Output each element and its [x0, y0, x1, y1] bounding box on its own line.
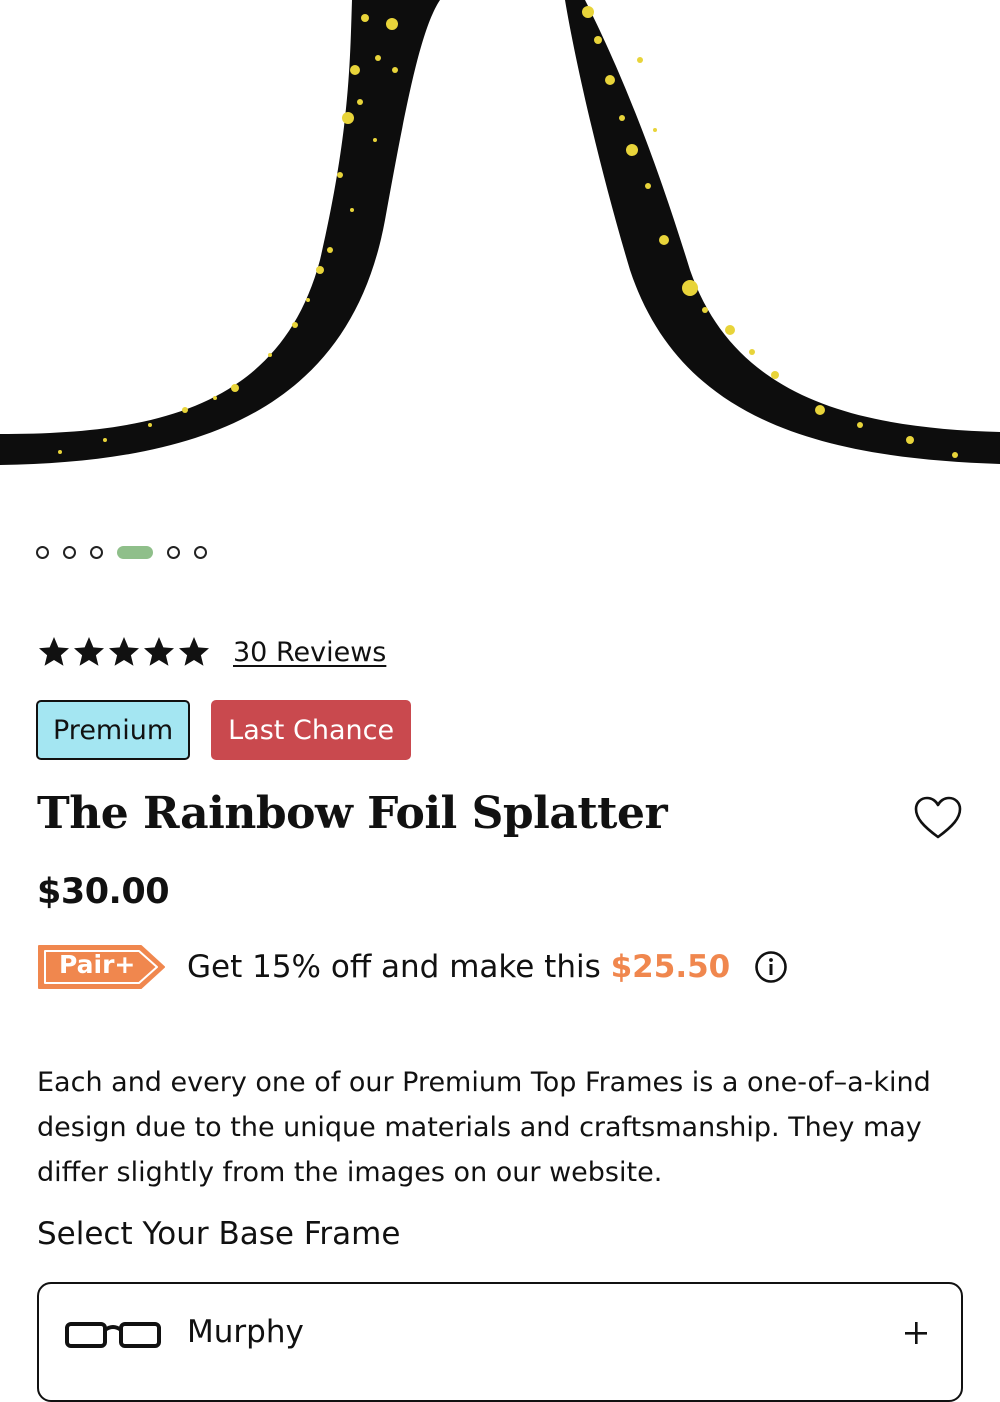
- carousel-dot[interactable]: [167, 545, 180, 559]
- promo-discount-price: $25.50: [610, 949, 731, 985]
- info-icon[interactable]: [754, 950, 788, 984]
- product-description: Each and every one of our Premium Top Fr…: [37, 1067, 931, 1188]
- carousel-dot[interactable]: [194, 545, 207, 559]
- glasses-icon: [65, 1322, 161, 1348]
- premium-badge: Premium: [36, 700, 191, 760]
- promo-message: Get 15% off and make this: [187, 949, 611, 985]
- star-icon: [39, 637, 69, 666]
- carousel-dot-active[interactable]: [117, 545, 153, 559]
- pair-plus-label: Pair+: [59, 950, 136, 979]
- star-icon: [74, 637, 104, 666]
- carousel-dot[interactable]: [63, 545, 76, 559]
- base-frame-heading: Select Your Base Frame: [37, 1216, 401, 1252]
- badge-row: Premium Last Chance: [36, 700, 432, 760]
- rating-row: 30 Reviews: [36, 634, 386, 670]
- star-icon: [109, 637, 139, 666]
- star-rating: [36, 634, 211, 670]
- reviews-link[interactable]: 30 Reviews: [233, 637, 386, 668]
- base-frame-selector[interactable]: Murphy: [37, 1282, 963, 1402]
- base-frame-name: Murphy: [187, 1314, 304, 1350]
- promo-text: Get 15% off and make this $25.50: [187, 949, 730, 985]
- star-icon: [179, 637, 209, 666]
- pair-plus-promo: Pair+ Get 15% off and make this $25.50: [37, 942, 788, 992]
- last-chance-badge: Last Chance: [211, 700, 412, 760]
- pair-plus-tag: Pair+: [37, 942, 169, 992]
- product-title: The Rainbow Foil Splatter: [37, 788, 668, 839]
- carousel-dots: [36, 544, 221, 560]
- product-price: $30.00: [37, 872, 170, 912]
- star-icon: [144, 637, 174, 666]
- carousel-dot[interactable]: [36, 545, 49, 559]
- product-image: [0, 0, 1000, 465]
- carousel-dot[interactable]: [90, 545, 103, 559]
- plus-icon: [905, 1322, 927, 1344]
- heart-icon[interactable]: [913, 795, 963, 841]
